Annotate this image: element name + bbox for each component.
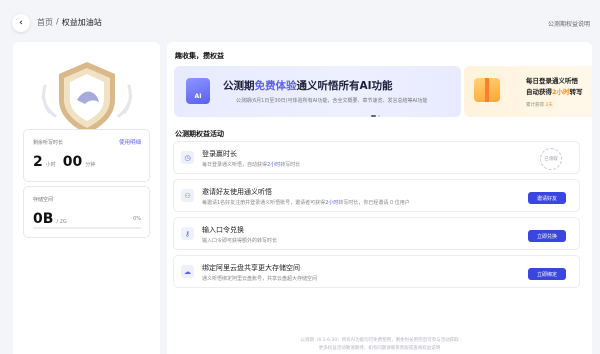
carousel-dot[interactable]: [371, 115, 376, 117]
benefits-info-link[interactable]: 公测期权益说明: [548, 19, 590, 28]
activity-section-title: 公测期权益活动: [175, 130, 224, 138]
storage-total: / 2G: [56, 219, 67, 225]
redeem-now-button[interactable]: 立即兑换: [528, 230, 566, 242]
daily-login-banner[interactable]: 每日登录通义听悟 自动获得2小时转写 累计获得 2天: [464, 66, 592, 117]
breadcrumb-separator: /: [56, 17, 59, 26]
daily-login-title: 每日登录通义听悟: [526, 77, 578, 85]
carousel-dot[interactable]: [378, 115, 380, 117]
ai-features-banner[interactable]: AI 公测期免费体验通义听悟所有AI功能 公测期(6月1日至30日)可体验所有A…: [174, 66, 461, 117]
task-row-invite: ⚇ 邀请好友使用通义听悟 每邀请1名好友注册并登录通义听悟账号，邀请者可获得2小…: [173, 179, 580, 212]
key-icon: ⚷: [181, 227, 194, 240]
hours-unit: 小时: [45, 162, 56, 168]
gift-box-icon: [474, 78, 500, 102]
remaining-duration: 2 小时 00 分钟: [33, 154, 99, 170]
task-title: 绑定阿里云盘共享更大存储空间: [202, 264, 300, 272]
hours-value: 2: [33, 154, 43, 170]
task-title: 输入口令兑换: [202, 226, 244, 234]
storage-label: 存储空间: [33, 197, 54, 203]
banner-subtitle: 公测期(6月1日至30日)可体验所有AI功能，含全文概要、章节速览、发言总结等A…: [236, 98, 428, 104]
duration-label: 剩余听写时长: [33, 140, 64, 146]
task-desc: 每日登录通义听悟，自动获得2小时转写时长: [202, 162, 301, 168]
storage-card: 存储空间 0B / 2G 0%: [23, 186, 150, 238]
duration-card: 剩余听写时长 使用明细 2 小时 00 分钟: [23, 129, 150, 182]
footer-note-1: 公测期（6.1-6.30）所有AI功能均可免费使用，剩余时长用完后可参与活动获取: [300, 338, 459, 343]
banner-title: 公测期免费体验通义听悟所有AI功能: [223, 80, 393, 92]
chevron-left-icon: ‹: [19, 18, 23, 28]
ai-document-icon: AI: [186, 78, 210, 104]
minutes-value: 00: [62, 154, 83, 170]
back-button[interactable]: ‹: [12, 14, 30, 32]
task-row-redeem: ⚷ 输入口令兑换 输入口令即可获得额外的转写时长 立即兑换: [173, 217, 580, 250]
task-title: 邀请好友使用通义听悟: [202, 188, 272, 196]
left-panel: 剩余听写时长 使用明细 2 小时 00 分钟 存储空间 0B / 2G 0%: [13, 42, 160, 354]
clock-icon: ◷: [181, 151, 194, 164]
task-desc: 通义听悟绑定阿里云盘账号，共享云盘超大存储空间: [202, 276, 318, 282]
task-row-bind-drive: ☁ 绑定阿里云盘共享更大存储空间 通义听悟绑定阿里云盘账号，共享云盘超大存储空间…: [173, 255, 580, 288]
storage-progress-bar: [33, 227, 141, 229]
task-desc: 输入口令即可获得额外的转写时长: [202, 238, 278, 244]
usage-details-link[interactable]: 使用明细: [119, 138, 141, 146]
task-desc: 每邀请1名好友注册并登录通义听悟账号，邀请者可获得2小时转写时长，你已经邀请 0…: [202, 200, 410, 206]
breadcrumb: 首页 / 权益加油站: [37, 17, 102, 28]
storage-usage: 0B / 2G: [33, 211, 67, 227]
minutes-unit: 分钟: [85, 162, 96, 168]
footer-note-2: 更多权益活动敬请期待，如有问题请联系客服或查阅权益说明: [318, 346, 441, 351]
claimed-stamp: 已领取: [540, 148, 562, 170]
user-add-icon: ⚇: [181, 189, 194, 202]
daily-login-subtitle: 自动获得2小时转写: [526, 88, 583, 96]
invite-friends-button[interactable]: 邀请好友: [528, 192, 566, 204]
collect-section-title: 趣收集，攒权益: [175, 52, 224, 60]
storage-used: 0B: [33, 211, 54, 227]
carousel-indicator[interactable]: [371, 115, 380, 117]
daily-login-accumulated: 累计获得 2天: [526, 103, 553, 108]
task-title: 登录赢时长: [202, 150, 237, 158]
top-bar: ‹ 首页 / 权益加油站 公测期权益说明: [0, 0, 600, 44]
breadcrumb-current: 权益加油站: [61, 18, 102, 27]
bind-now-button[interactable]: 立即绑定: [528, 268, 566, 280]
storage-percent: 0%: [133, 216, 141, 222]
main-panel: 趣收集，攒权益 AI 公测期免费体验通义听悟所有AI功能 公测期(6月1日至30…: [167, 42, 592, 354]
cloud-drive-icon: ☁: [181, 265, 194, 278]
task-row-login: ◷ 登录赢时长 每日登录通义听悟，自动获得2小时转写时长 已领取: [173, 141, 580, 174]
breadcrumb-home[interactable]: 首页: [37, 17, 53, 28]
